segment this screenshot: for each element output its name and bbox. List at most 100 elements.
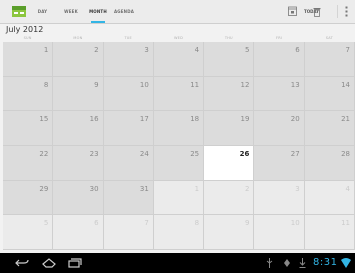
day-number: 19 bbox=[240, 115, 250, 124]
calendar-day[interactable]: 1 bbox=[153, 180, 204, 215]
day-number: 22 bbox=[39, 150, 49, 158]
calendar-day[interactable]: 8 bbox=[3, 76, 53, 111]
calendar-day[interactable]: 5 bbox=[204, 42, 254, 76]
day-number: 21 bbox=[341, 115, 350, 124]
day-number: 18 bbox=[190, 115, 200, 124]
weekday-label: MON bbox=[73, 36, 83, 40]
day-number: 14 bbox=[341, 80, 350, 89]
calendar-day[interactable]: 14 bbox=[304, 76, 354, 111]
calendar-day[interactable]: 13 bbox=[254, 76, 304, 111]
calendar-day[interactable]: 3 bbox=[254, 180, 304, 215]
day-number: 3 bbox=[295, 184, 300, 193]
day-number: 29 bbox=[39, 184, 49, 193]
tab-agenda[interactable]: AGENDA bbox=[113, 0, 135, 23]
overflow-menu-icon[interactable] bbox=[345, 6, 348, 17]
day-number: 9 bbox=[244, 219, 250, 228]
calendar-day[interactable]: 7 bbox=[304, 42, 354, 76]
calendar-day[interactable]: 23 bbox=[53, 146, 103, 180]
calendar-day[interactable]: 4 bbox=[304, 180, 354, 215]
calendar-day[interactable]: 2 bbox=[204, 180, 254, 215]
weekday-label: WED bbox=[174, 36, 183, 40]
day-number: 25 bbox=[190, 150, 200, 158]
calendar-day[interactable]: 31 bbox=[103, 180, 153, 215]
day-number: 10 bbox=[139, 80, 149, 89]
status-clock: 8:31 bbox=[313, 257, 338, 268]
calendar-day[interactable]: 16 bbox=[53, 111, 103, 145]
day-number: 11 bbox=[190, 80, 200, 89]
day-number: 1 bbox=[43, 46, 49, 54]
day-number: 12 bbox=[240, 80, 250, 89]
calendar-day[interactable]: 10 bbox=[254, 215, 304, 249]
calendar-day[interactable]: 29 bbox=[3, 180, 53, 215]
tab-week[interactable]: WEEK bbox=[62, 0, 80, 23]
day-number: 4 bbox=[194, 46, 200, 54]
day-number: 8 bbox=[43, 80, 49, 89]
calendar-day[interactable]: 28 bbox=[304, 146, 354, 180]
calendar-day[interactable]: 1 bbox=[3, 42, 53, 76]
day-number: 28 bbox=[341, 150, 350, 158]
weekday-label: SUN bbox=[23, 36, 32, 40]
calendar-day[interactable]: 19 bbox=[204, 111, 254, 145]
weekday-header: SUN MON TUE WED THU FRI SAT bbox=[3, 35, 355, 42]
today-calendar-icon bbox=[288, 6, 297, 16]
home-icon[interactable] bbox=[42, 258, 56, 268]
calendar-day[interactable]: 11 bbox=[153, 76, 204, 111]
day-number: 13 bbox=[290, 80, 300, 89]
day-number: 15 bbox=[39, 115, 49, 124]
day-number: 20 bbox=[290, 115, 300, 124]
calendar-app-icon[interactable] bbox=[11, 4, 27, 18]
delete-icon[interactable] bbox=[313, 7, 321, 17]
calendar-day[interactable]: 5 bbox=[3, 215, 53, 249]
calendar-day[interactable]: 6 bbox=[53, 215, 103, 249]
calendar-day[interactable]: 9 bbox=[204, 215, 254, 249]
calendar-day[interactable]: 12 bbox=[204, 76, 254, 111]
day-number: 4 bbox=[345, 184, 350, 193]
day-number: 5 bbox=[244, 46, 250, 54]
weekday-label: TUE bbox=[124, 36, 132, 40]
day-number: 31 bbox=[139, 184, 149, 193]
calendar-day[interactable]: 11 bbox=[304, 215, 354, 249]
calendar-day[interactable]: 10 bbox=[103, 76, 153, 111]
day-number: 30 bbox=[89, 184, 99, 193]
calendar-day-today[interactable]: 26 bbox=[204, 146, 254, 180]
calendar-day[interactable]: 4 bbox=[153, 42, 204, 76]
calendar-day[interactable]: 3 bbox=[103, 42, 153, 76]
calendar-day[interactable]: 21 bbox=[304, 111, 354, 145]
day-number: 3 bbox=[144, 46, 149, 54]
tab-month[interactable]: MONTH bbox=[88, 0, 108, 23]
calendar-day[interactable]: 20 bbox=[254, 111, 304, 145]
day-number: 2 bbox=[94, 46, 99, 54]
calendar-day[interactable]: 22 bbox=[3, 146, 53, 180]
tab-day[interactable]: DAY bbox=[34, 0, 51, 23]
calendar-day[interactable]: 9 bbox=[53, 76, 103, 111]
day-number: 7 bbox=[144, 219, 149, 228]
system-bar: 8:31 bbox=[0, 253, 355, 273]
month-grid: 1 2 3 4 5 6 7 8 9 10 11 12 13 14 15 16 17 18 19 20 21 22 23 24 2… bbox=[3, 42, 355, 250]
day-number: 5 bbox=[43, 219, 49, 228]
android-debug-icon bbox=[284, 259, 290, 267]
weekday-label: FRI bbox=[276, 36, 283, 40]
action-bar: DAY WEEK MONTH AGENDA TODAY bbox=[0, 0, 355, 24]
calendar-day[interactable]: 6 bbox=[254, 42, 304, 76]
calendar-day[interactable]: 30 bbox=[53, 180, 103, 215]
calendar-day[interactable]: 25 bbox=[153, 146, 204, 180]
weekday-label: SAT bbox=[325, 36, 333, 40]
calendar-day[interactable]: 18 bbox=[153, 111, 204, 145]
wifi-icon bbox=[341, 258, 351, 268]
calendar-day[interactable]: 24 bbox=[103, 146, 153, 180]
calendar-day[interactable]: 27 bbox=[254, 146, 304, 180]
back-icon[interactable] bbox=[15, 258, 29, 268]
calendar-day[interactable]: 15 bbox=[3, 111, 53, 145]
day-number: 23 bbox=[89, 150, 99, 158]
recent-apps-icon[interactable] bbox=[68, 258, 82, 268]
day-number: 2 bbox=[244, 184, 250, 193]
weekday-label: THU bbox=[224, 36, 233, 40]
calendar-day[interactable]: 17 bbox=[103, 111, 153, 145]
day-number: 7 bbox=[345, 46, 350, 54]
calendar-day[interactable]: 8 bbox=[153, 215, 204, 249]
calendar-day[interactable]: 7 bbox=[103, 215, 153, 249]
day-number: 17 bbox=[139, 115, 149, 124]
month-title: July 2012 bbox=[6, 25, 44, 34]
calendar-day[interactable]: 2 bbox=[53, 42, 103, 76]
day-number: 6 bbox=[295, 46, 300, 54]
